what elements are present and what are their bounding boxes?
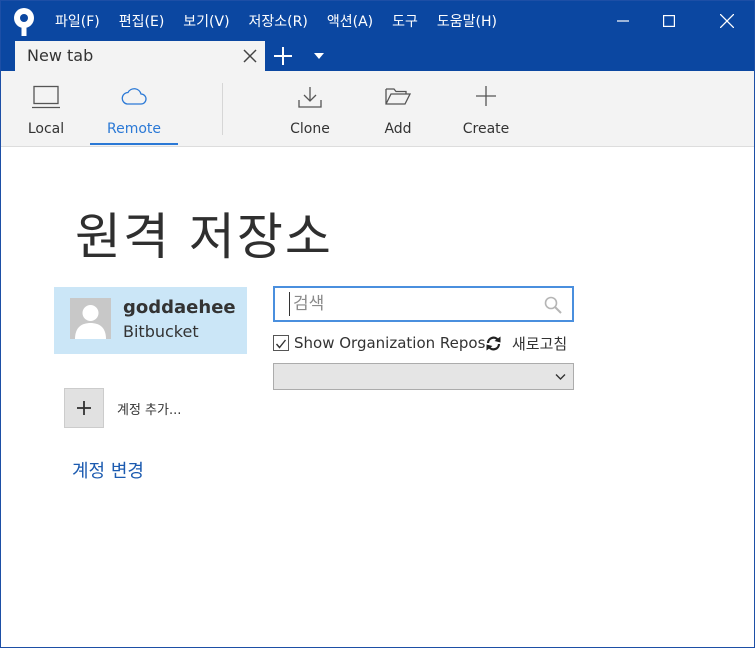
add-account-button[interactable] [64, 388, 104, 428]
download-icon [298, 87, 322, 108]
user-avatar-icon [70, 298, 111, 339]
menu-repository[interactable]: 저장소(R) [249, 11, 308, 31]
account-card[interactable]: goddaehee Bitbucket [54, 287, 247, 354]
toolbar-clone-button[interactable]: Clone [266, 71, 354, 147]
minimize-icon [617, 20, 629, 22]
show-org-repos-checkbox[interactable] [273, 335, 289, 351]
title-bar: 파일(F) 편집(E) 보기(V) 저장소(R) 액션(A) 도구 도움말(H) [1, 1, 754, 41]
show-org-repos-label[interactable]: Show Organization Repos [294, 334, 485, 352]
minimize-button[interactable] [600, 1, 646, 41]
toolbar-separator [222, 83, 223, 135]
plus-icon [77, 401, 91, 415]
refresh-icon[interactable] [485, 335, 502, 352]
avatar [70, 298, 111, 339]
toolbar-create-button[interactable]: Create [442, 71, 530, 147]
change-account-link[interactable]: 계정 변경 [72, 457, 144, 483]
toolbar-create-label: Create [462, 121, 510, 137]
maximize-button[interactable] [646, 1, 692, 41]
search-box [273, 286, 574, 322]
repo-filter-dropdown[interactable] [273, 363, 574, 390]
close-window-button[interactable] [704, 1, 750, 41]
menu-view[interactable]: 보기(V) [183, 11, 229, 31]
cloud-icon [121, 88, 147, 105]
app-window: 파일(F) 편집(E) 보기(V) 저장소(R) 액션(A) 도구 도움말(H) [0, 0, 755, 648]
folder-open-icon [385, 88, 411, 105]
toolbar: Local Remote Clone Add Create [1, 71, 754, 147]
refresh-label[interactable]: 새로고침 [512, 333, 567, 354]
plus-icon [476, 86, 496, 106]
toolbar-add-button[interactable]: Add [354, 71, 442, 147]
tab-close-icon[interactable] [243, 49, 257, 63]
menu-file[interactable]: 파일(F) [55, 11, 100, 31]
menu-edit[interactable]: 편집(E) [119, 11, 165, 31]
tab-new-tab[interactable]: New tab [15, 41, 265, 71]
menu-bar: 파일(F) 편집(E) 보기(V) 저장소(R) 액션(A) 도구 도움말(H) [55, 1, 516, 41]
page-title: 원격 저장소 [75, 208, 333, 266]
search-icon [544, 296, 562, 314]
menu-tools[interactable]: 도구 [392, 11, 418, 31]
account-host: Bitbucket [123, 322, 199, 341]
tab-list-chevron-down-icon[interactable] [313, 51, 325, 61]
monitor-icon [32, 85, 60, 109]
new-tab-plus-icon[interactable] [273, 46, 293, 66]
toolbar-add-label: Add [384, 121, 412, 137]
toolbar-remote-button[interactable]: Remote [90, 71, 178, 147]
toolbar-local-button[interactable]: Local [2, 71, 90, 147]
menu-help[interactable]: 도움말(H) [437, 11, 497, 31]
sourcetree-logo-icon [14, 8, 34, 36]
add-account-label[interactable]: 계정 추가... [117, 399, 181, 418]
close-icon [720, 14, 734, 28]
checkmark-icon [275, 339, 287, 349]
toolbar-local-label: Local [27, 121, 65, 137]
toolbar-remote-label: Remote [106, 121, 162, 137]
active-tab-indicator [90, 143, 178, 145]
chevron-down-icon [555, 374, 566, 380]
tab-label: New tab [27, 46, 94, 65]
tab-strip: New tab [1, 41, 754, 71]
search-input[interactable] [289, 292, 539, 316]
menu-actions[interactable]: 액션(A) [327, 11, 373, 31]
toolbar-clone-label: Clone [290, 121, 330, 137]
maximize-icon [663, 15, 675, 27]
account-name: goddaehee [123, 297, 236, 318]
